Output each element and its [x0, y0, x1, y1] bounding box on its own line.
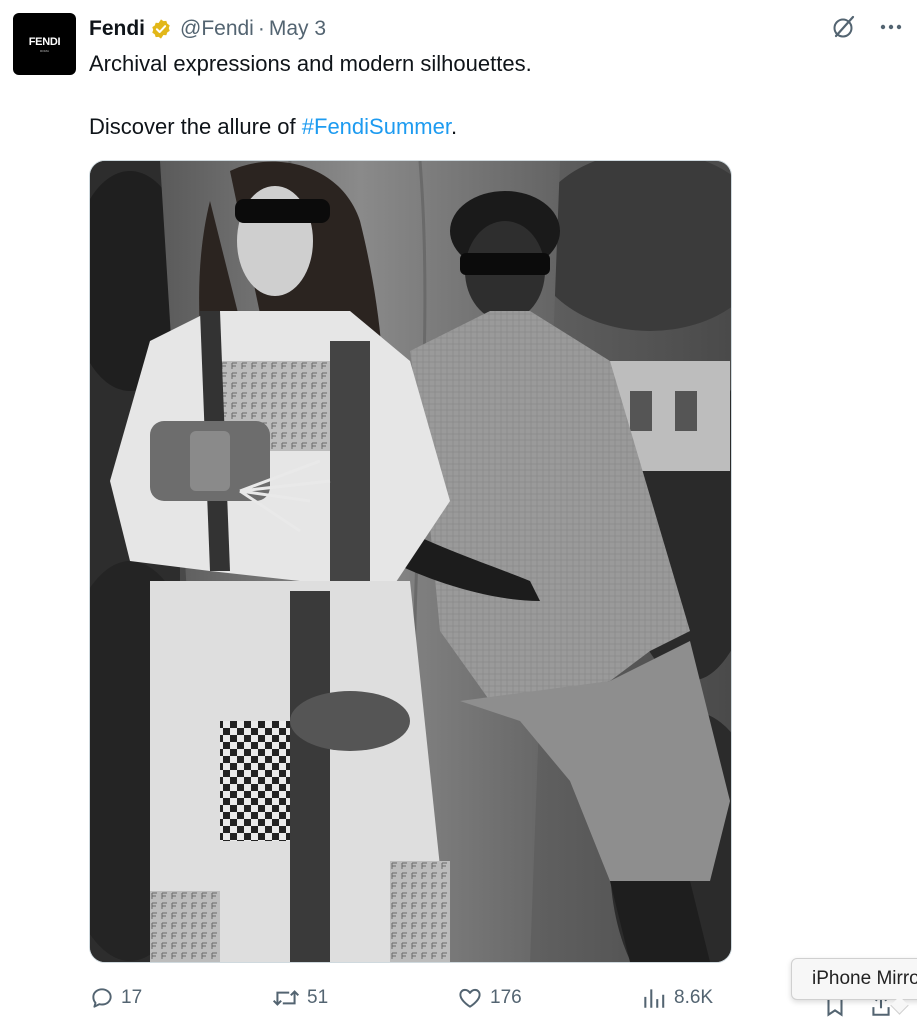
user-handle[interactable]: @Fendi [180, 17, 254, 41]
heart-icon [459, 988, 481, 1008]
views-count: 8.6K [674, 987, 714, 1008]
grok-icon[interactable] [831, 14, 857, 40]
tweet-line-2-suffix: . [450, 114, 458, 139]
views-chart-icon [644, 989, 665, 1008]
repost-button[interactable]: 51 [271, 981, 328, 1015]
display-name[interactable]: Fendi [89, 17, 145, 41]
tweet-text: Archival expressions and modern silhouet… [89, 48, 869, 142]
views-button[interactable]: 8.6K [640, 981, 713, 1015]
hashtag-link[interactable]: #FendiSummer [302, 114, 451, 139]
tweet-line-1: Archival expressions and modern silhouet… [89, 51, 532, 76]
tooltip-text: iPhone Mirroring [812, 968, 917, 989]
verified-badge-icon[interactable] [150, 18, 172, 40]
reply-icon [92, 988, 112, 1008]
tweet-date[interactable]: May 3 [269, 17, 326, 41]
separator-dot: · [257, 17, 265, 40]
avatar[interactable]: FENDI ROMA [13, 13, 76, 75]
repost-icon [272, 990, 300, 1006]
tweet-line-2: Discover the allure of #FendiSummer. [89, 111, 869, 142]
tweet-line-2-prefix: Discover the allure of [89, 114, 302, 139]
more-options-icon[interactable] [879, 15, 903, 39]
repost-count: 51 [307, 987, 329, 1008]
like-count: 176 [490, 987, 522, 1008]
avatar-logo-subtext: ROMA [40, 48, 49, 53]
like-button[interactable]: 176 [456, 981, 522, 1015]
tweet-action-bar: 17 51 176 8.6K [89, 981, 909, 1015]
tweet-photo-image [90, 161, 731, 962]
tweet-photo[interactable] [89, 160, 732, 963]
avatar-logo-text: FENDI [28, 35, 61, 48]
system-tooltip: iPhone Mirroring [791, 958, 917, 1000]
tweet-header: Fendi @Fendi · May 3 [89, 14, 326, 44]
reply-count: 17 [121, 987, 143, 1008]
reply-button[interactable]: 17 [89, 981, 142, 1015]
tweet-top-actions [831, 14, 903, 40]
